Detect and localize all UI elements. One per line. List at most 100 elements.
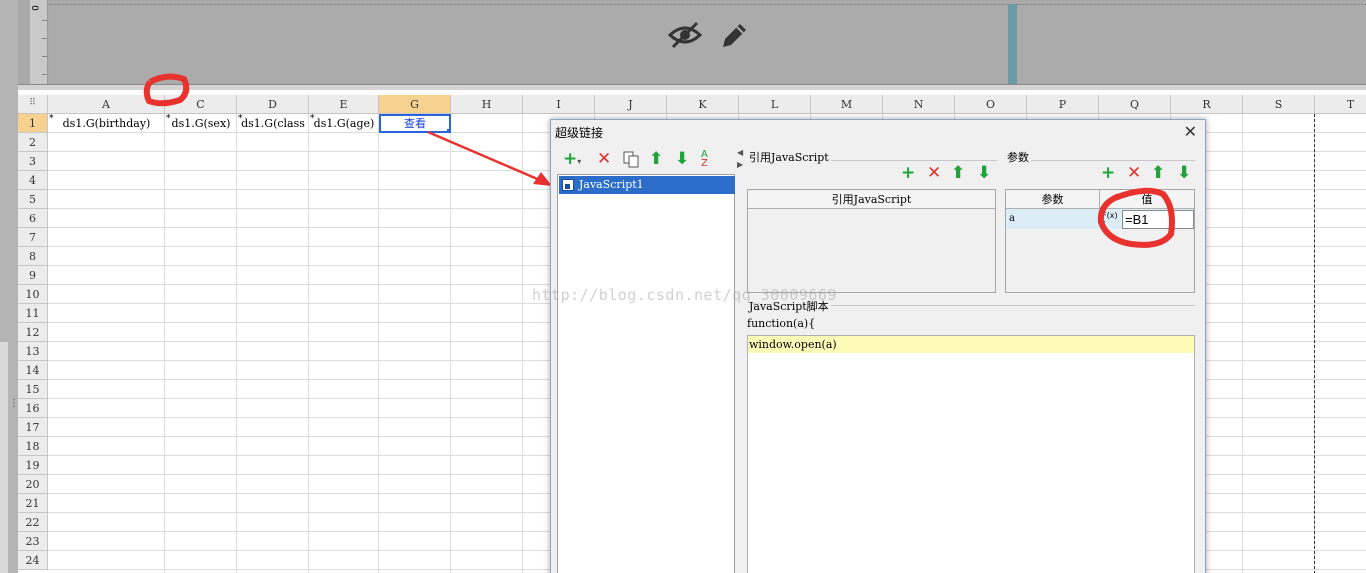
close-icon[interactable]: ✕ [1184, 122, 1197, 141]
ref-js-up-button[interactable]: ⬆ [951, 164, 965, 182]
row-header-1[interactable]: 1 [18, 114, 48, 133]
ruler-label: 0 [28, 5, 39, 11]
row-header-17[interactable]: 17 [18, 418, 48, 437]
column-header-r[interactable]: R [1171, 95, 1243, 114]
pencil-icon[interactable] [720, 20, 750, 50]
panel-splitter[interactable]: ◀ ▶ [737, 148, 743, 573]
column-header-i[interactable]: I [523, 95, 595, 114]
ref-js-down-button[interactable]: ⬇ [977, 164, 991, 182]
dataset-flag: * [166, 114, 171, 124]
delete-param-button[interactable]: ✕ [1127, 164, 1141, 182]
sort-az-icon[interactable]: AZ [701, 150, 708, 169]
vertical-ruler: 0 [28, 0, 48, 84]
row-header-20[interactable]: 20 [18, 475, 48, 494]
param-up-button[interactable]: ⬆ [1151, 164, 1165, 182]
row-header-7[interactable]: 7 [18, 228, 48, 247]
cell-d1[interactable]: * ds1.G(class [237, 114, 309, 133]
column-header-h[interactable]: H [451, 95, 523, 114]
row-header-2[interactable]: 2 [18, 133, 48, 152]
column-header-m[interactable]: M [811, 95, 883, 114]
column-header-l[interactable]: L [739, 95, 811, 114]
row-header-10[interactable]: 10 [18, 285, 48, 304]
list-item[interactable]: JavaScript1 [559, 176, 735, 194]
param-down-button[interactable]: ⬇ [1177, 164, 1191, 182]
add-param-button[interactable]: + [1101, 164, 1115, 182]
row-header-22[interactable]: 22 [18, 513, 48, 532]
grid-line [308, 114, 309, 573]
hyperlink-dialog: 超级链接 ✕ +▾ ✕ ⬆ ⬇ AZ JavaScript1 ◀ ▶ 引用Jav… [550, 119, 1206, 573]
column-header-n[interactable]: N [883, 95, 955, 114]
ref-js-group-label: 引用JavaScript [747, 149, 831, 165]
cell-e1[interactable]: * ds1.G(age) [309, 114, 379, 133]
add-hyperlink-button[interactable]: +▾ [563, 150, 581, 171]
band-splitter-marker[interactable] [1008, 4, 1017, 84]
column-header-d[interactable]: D [237, 95, 309, 114]
cell-text: ds1.G(class [241, 117, 305, 130]
row-header-9[interactable]: 9 [18, 266, 48, 285]
delete-hyperlink-button[interactable]: ✕ [597, 150, 611, 168]
formula-button[interactable]: F(x) ▾ [1102, 211, 1118, 226]
left-panel-strip: ⋮ [0, 0, 19, 573]
row-header-21[interactable]: 21 [18, 494, 48, 513]
band-icons [668, 20, 750, 50]
row-header-11[interactable]: 11 [18, 304, 48, 323]
row-header-19[interactable]: 19 [18, 456, 48, 475]
grid-line [522, 114, 523, 573]
ruler-tick [42, 74, 47, 75]
ref-js-table[interactable]: 引用JavaScript [747, 189, 996, 293]
cell-text: ds1.G(birthday) [62, 117, 151, 130]
row-header-16[interactable]: 16 [18, 399, 48, 418]
table-row[interactable]: a F(x) ▾ =B1 [1006, 209, 1194, 229]
row-header-12[interactable]: 12 [18, 323, 48, 342]
row-header-13[interactable]: 13 [18, 342, 48, 361]
param-value-input[interactable]: =B1 [1122, 210, 1194, 229]
delete-ref-js-button[interactable]: ✕ [927, 164, 941, 182]
column-header-t[interactable]: T [1315, 95, 1366, 114]
code-line[interactable]: window.open(a) [748, 336, 1194, 353]
row-header-5[interactable]: 5 [18, 190, 48, 209]
ruler-tick [42, 20, 47, 21]
grid-line [164, 114, 165, 573]
collapse-right-icon[interactable]: ▶ [737, 160, 743, 169]
column-header-k[interactable]: K [667, 95, 739, 114]
grid-line [378, 114, 379, 573]
column-header-p[interactable]: P [1027, 95, 1099, 114]
eye-slash-icon[interactable] [668, 20, 702, 50]
hyperlink-list[interactable]: JavaScript1 [557, 174, 735, 573]
ref-js-table-header: 引用JavaScript [748, 190, 995, 209]
cell-a1[interactable]: * ds1.G(birthday) [48, 114, 165, 133]
column-header-e[interactable]: E [309, 95, 379, 114]
move-up-button[interactable]: ⬆ [649, 150, 663, 168]
row-header-23[interactable]: 23 [18, 532, 48, 551]
column-header-a[interactable]: A [48, 95, 165, 114]
column-header-c[interactable]: C [165, 95, 237, 114]
column-header-g[interactable]: G [379, 95, 451, 114]
row-header-24[interactable]: 24 [18, 551, 48, 570]
row-header-4[interactable]: 4 [18, 171, 48, 190]
left-panel-lower [0, 342, 8, 573]
row-header-8[interactable]: 8 [18, 247, 48, 266]
cell-c1[interactable]: * ds1.G(sex) [165, 114, 237, 133]
params-table[interactable]: 参数 值 a F(x) ▾ =B1 [1005, 189, 1195, 293]
row-header-3[interactable]: 3 [18, 152, 48, 171]
grid-line [236, 114, 237, 573]
column-header-j[interactable]: J [595, 95, 667, 114]
move-down-button[interactable]: ⬇ [675, 150, 689, 168]
select-all-corner[interactable]: ⠿ [18, 95, 48, 114]
add-ref-js-button[interactable]: + [901, 164, 915, 182]
column-header-s[interactable]: S [1243, 95, 1315, 114]
row-header-18[interactable]: 18 [18, 437, 48, 456]
column-header-o[interactable]: O [955, 95, 1027, 114]
report-header-band: 0 [18, 0, 1366, 90]
column-header-q[interactable]: Q [1099, 95, 1171, 114]
row-header-14[interactable]: 14 [18, 361, 48, 380]
row-header-6[interactable]: 6 [18, 209, 48, 228]
cell-text: ds1.G(age) [313, 117, 375, 130]
collapse-left-icon[interactable]: ◀ [737, 148, 743, 157]
script-file-icon [562, 179, 574, 191]
cell-g1[interactable]: 查看 [379, 114, 451, 133]
row-header-15[interactable]: 15 [18, 380, 48, 399]
params-group-label: 参数 [1005, 149, 1031, 165]
copy-icon[interactable] [623, 151, 639, 171]
script-editor[interactable]: window.open(a) [747, 335, 1195, 573]
